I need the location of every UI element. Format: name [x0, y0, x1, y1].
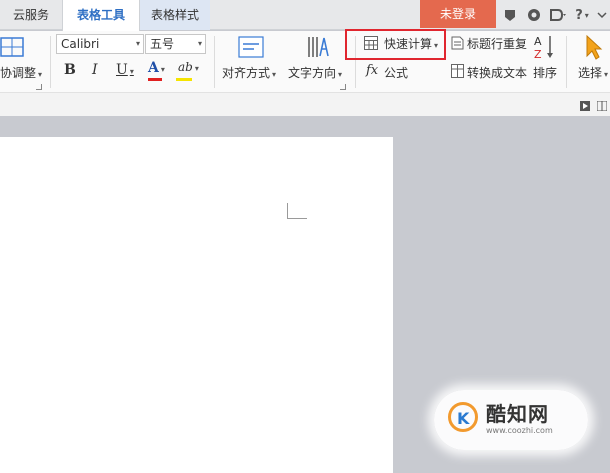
font-name-select[interactable]: Calibri ▾ — [56, 34, 144, 54]
highlight-button[interactable]: ab ▾ — [178, 60, 199, 74]
underline-label: U — [116, 62, 128, 78]
text-direction-button[interactable]: 文字方向 ▾ — [288, 64, 342, 81]
font-name-value: Calibri — [61, 37, 100, 51]
chevron-down-icon: ▾ — [272, 70, 277, 79]
font-size-value: 五号 — [150, 37, 175, 51]
chevron-down-icon: ▾ — [584, 10, 589, 20]
font-size-select[interactable]: 五号 ▾ — [145, 34, 206, 54]
tab-table-tools[interactable]: 表格工具 — [62, 0, 140, 31]
svg-text:Z: Z — [534, 48, 542, 60]
sort-button[interactable]: 排序 — [533, 64, 557, 81]
align-icon[interactable] — [238, 36, 264, 61]
separator — [214, 36, 215, 88]
chevron-down-icon: ▾ — [197, 39, 202, 48]
select-button[interactable]: 选择 ▾ — [578, 64, 608, 81]
font-color-bar — [148, 78, 162, 81]
tab-bar: 云服务 表格工具 表格样式 未登录 ? ▾ — [0, 0, 610, 31]
watermark-logo-icon: K — [448, 402, 478, 432]
watermark-title: 酷知网 — [486, 402, 549, 426]
login-button[interactable]: 未登录 — [420, 0, 496, 28]
repeat-header-icon — [451, 36, 464, 53]
highlight-label: ab — [178, 60, 193, 74]
document-page[interactable] — [0, 137, 393, 473]
skin-icon[interactable] — [502, 7, 518, 23]
help-label: ? — [575, 7, 583, 23]
italic-button[interactable]: I — [92, 62, 98, 78]
help-icon[interactable]: ? ▾ — [572, 7, 592, 23]
chevron-down-icon: ▾ — [160, 64, 165, 74]
layout-icon[interactable] — [596, 100, 608, 114]
align-label: 对齐方式 — [222, 66, 271, 80]
font-color-label: A — [148, 60, 159, 76]
chevron-down-icon: ▾ — [135, 39, 140, 48]
calc-table-icon — [364, 36, 378, 53]
ribbon-status-strip — [0, 92, 610, 116]
table-adjust-icon[interactable] — [0, 37, 24, 60]
separator — [566, 36, 567, 88]
watermark-url: www.coozhi.com — [486, 426, 553, 435]
convert-text-button[interactable]: 转换成文本 — [467, 64, 527, 81]
select-label: 选择 — [578, 66, 603, 80]
share-icon[interactable] — [548, 7, 568, 23]
chevron-down-icon: ▾ — [194, 64, 199, 73]
settings-icon[interactable] — [526, 7, 542, 23]
tab-cloud-service[interactable]: 云服务 — [0, 0, 62, 30]
text-direction-icon[interactable] — [306, 34, 330, 63]
highlight-color-bar — [176, 78, 192, 81]
convert-text-icon — [451, 64, 464, 81]
tab-table-style[interactable]: 表格样式 — [140, 0, 210, 30]
align-button[interactable]: 对齐方式 ▾ — [222, 64, 276, 81]
more-icon[interactable] — [594, 7, 610, 23]
play-icon[interactable] — [580, 100, 590, 114]
quick-calc-label: 快速计算 — [384, 37, 433, 51]
adjust-button[interactable]: 协调整 ▾ — [0, 64, 42, 81]
font-color-button[interactable]: A ▾ — [148, 60, 165, 76]
watermark-logo-text: K — [457, 409, 470, 428]
alignment-launcher-icon[interactable] — [340, 84, 346, 90]
formula-button[interactable]: 公式 — [384, 64, 408, 81]
chevron-down-icon: ▾ — [129, 67, 134, 76]
cursor-icon[interactable] — [584, 34, 604, 63]
watermark: K 酷知网 www.coozhi.com — [434, 390, 588, 450]
formula-icon: fx — [366, 63, 379, 78]
svg-text:A: A — [534, 35, 542, 48]
page-corner-mark — [287, 203, 307, 219]
chevron-down-icon: ▾ — [38, 70, 43, 79]
adjust-label: 协调整 — [0, 66, 37, 80]
chevron-down-icon: ▾ — [604, 70, 609, 79]
separator — [50, 36, 51, 88]
quick-calc-button[interactable]: 快速计算 ▾ — [384, 35, 438, 52]
bold-button[interactable]: B — [64, 62, 76, 78]
chevron-down-icon: ▾ — [434, 41, 439, 50]
chevron-down-icon: ▾ — [338, 70, 343, 79]
text-direction-label: 文字方向 — [288, 66, 337, 80]
sort-icon[interactable]: AZ — [533, 34, 555, 63]
repeat-header-button[interactable]: 标题行重复 — [467, 35, 527, 52]
underline-button[interactable]: U ▾ — [116, 62, 134, 78]
adjust-launcher-icon[interactable] — [36, 84, 42, 90]
